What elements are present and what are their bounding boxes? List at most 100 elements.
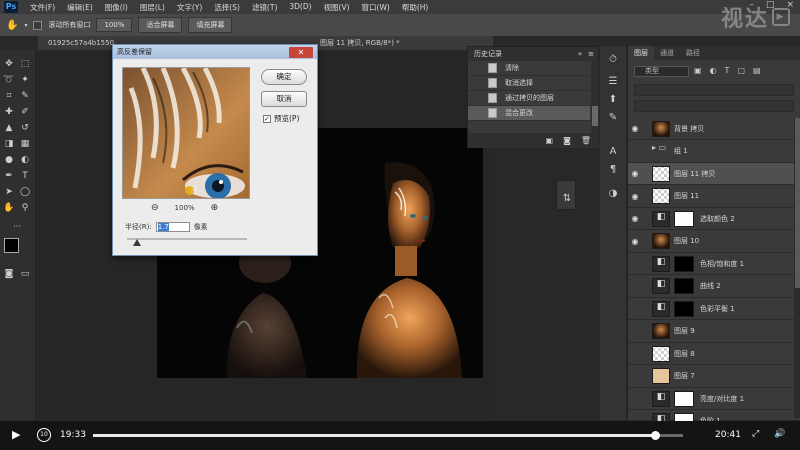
play-icon[interactable]: ▶ bbox=[12, 428, 20, 441]
marquee-tool-icon[interactable]: ⬚ bbox=[19, 58, 31, 70]
tab-paths[interactable]: 路径 bbox=[680, 48, 706, 58]
magic-wand-tool-icon[interactable]: ✦ bbox=[19, 74, 31, 86]
zoom-out-icon[interactable]: ⊖ bbox=[151, 203, 159, 213]
lasso-tool-icon[interactable]: ➰ bbox=[3, 74, 15, 86]
delete-state-trash-icon[interactable]: 🗑 bbox=[581, 136, 591, 145]
foreground-color-swatch[interactable] bbox=[4, 238, 19, 253]
eraser-tool-icon[interactable]: ◨ bbox=[3, 138, 15, 150]
layer-mask-thumbnail[interactable] bbox=[674, 210, 694, 227]
dialog-close-button[interactable]: ✕ bbox=[289, 47, 313, 58]
video-progress-track[interactable] bbox=[93, 431, 683, 440]
cancel-button[interactable]: 取消 bbox=[261, 91, 307, 107]
layer-visibility-eye-icon[interactable]: ◉ bbox=[628, 124, 642, 133]
menu-item-1[interactable]: 编辑(E) bbox=[61, 2, 99, 13]
layer-row[interactable]: ◧ 亮度/对比度 1 bbox=[628, 388, 800, 410]
history-item[interactable]: 清除 bbox=[468, 61, 590, 76]
layer-filter-dropdown[interactable]: 类型 bbox=[634, 66, 689, 77]
menu-item-9[interactable]: 窗口(W) bbox=[356, 2, 396, 13]
gradient-tool-icon[interactable]: ▦ bbox=[19, 138, 31, 150]
adjustment-filter-icon[interactable]: ◐ bbox=[710, 66, 717, 75]
layer-row[interactable]: ◉ 背景 拷贝 bbox=[628, 118, 800, 140]
properties-panel-icon[interactable]: ☰ bbox=[607, 76, 619, 88]
blend-mode-row[interactable] bbox=[634, 84, 794, 96]
history-item[interactable]: 取消选择 bbox=[468, 76, 590, 91]
shape-filter-icon[interactable]: ▢ bbox=[737, 66, 745, 75]
smart-object-filter-icon[interactable]: ▤ bbox=[753, 66, 761, 75]
clone-stamp-tool-icon[interactable]: ▲ bbox=[3, 122, 15, 134]
screen-mode-icon[interactable]: ▭ bbox=[19, 268, 31, 280]
menu-item-8[interactable]: 视图(V) bbox=[318, 2, 356, 13]
blur-tool-icon[interactable]: ● bbox=[3, 154, 15, 166]
ok-button[interactable]: 确定 bbox=[261, 69, 307, 85]
layer-row[interactable]: ◉ 图层 10 bbox=[628, 231, 800, 253]
quick-mask-icon[interactable]: ◙ bbox=[3, 268, 15, 280]
layer-row[interactable]: ◧ 色相/饱和度 1 bbox=[628, 253, 800, 275]
video-progress-knob[interactable] bbox=[650, 431, 660, 440]
lock-row[interactable] bbox=[634, 100, 794, 112]
fill-screen-button[interactable]: 填充屏幕 bbox=[188, 17, 233, 33]
layer-row[interactable]: ◧ 色彩平衡 1 bbox=[628, 298, 800, 320]
menu-item-2[interactable]: 图像(I) bbox=[99, 2, 134, 13]
menu-item-3[interactable]: 图层(L) bbox=[134, 2, 171, 13]
type-tool-icon[interactable]: T bbox=[19, 170, 31, 182]
scroll-all-windows-checkbox[interactable] bbox=[33, 20, 43, 30]
dialog-preview-image[interactable]: ☝ bbox=[122, 67, 250, 199]
tab-layers[interactable]: 图层 bbox=[628, 46, 654, 60]
paragraph-panel-icon[interactable]: ¶ bbox=[607, 164, 619, 176]
history-item[interactable]: 通过拷贝的图层 bbox=[468, 91, 590, 106]
layer-row[interactable]: ◧ 曲线 2 bbox=[628, 276, 800, 298]
snapshot-camera-icon[interactable]: ◙ bbox=[563, 136, 571, 145]
brush-tool-icon[interactable]: ✐ bbox=[19, 106, 31, 118]
layer-row[interactable]: ◉ ◧ 选取颜色 2 bbox=[628, 208, 800, 230]
history-brush-tool-icon[interactable]: ↺ bbox=[19, 122, 31, 134]
volume-icon[interactable]: 🔊 bbox=[774, 429, 785, 439]
layer-row[interactable]: 图层 9 bbox=[628, 321, 800, 343]
document-tab-left[interactable]: 01925c57a4b1550 bbox=[44, 36, 118, 50]
rewind-10s-button[interactable]: 10 bbox=[37, 428, 51, 442]
zoom-in-icon[interactable]: ⊕ bbox=[211, 203, 219, 213]
menu-item-5[interactable]: 选择(S) bbox=[208, 2, 246, 13]
layer-visibility-eye-icon[interactable]: ◉ bbox=[628, 169, 642, 178]
layer-mask-thumbnail[interactable] bbox=[674, 278, 694, 294]
menu-item-10[interactable]: 帮助(H) bbox=[396, 2, 435, 13]
eyedropper-tool-icon[interactable]: ✎ bbox=[19, 90, 31, 102]
layer-row[interactable]: ◉ 图层 11 bbox=[628, 186, 800, 208]
fullscreen-icon[interactable]: ⤢ bbox=[752, 429, 759, 439]
preview-checkbox[interactable]: ✓ bbox=[263, 114, 271, 123]
move-tool-icon[interactable]: ✥ bbox=[3, 58, 15, 70]
adjust-panel-icon[interactable]: ⇅ bbox=[561, 193, 573, 205]
character-panel-icon[interactable]: A bbox=[607, 146, 619, 158]
panel-menu-icon[interactable]: ≡ bbox=[588, 50, 594, 58]
brush-panel-icon[interactable]: ✎ bbox=[607, 112, 619, 124]
layer-row[interactable]: ◉ 图层 11 拷贝 bbox=[628, 163, 800, 185]
history-panel-icon[interactable]: ⏱ bbox=[607, 54, 619, 66]
ellipse-tool-icon[interactable]: ◯ bbox=[19, 186, 31, 198]
pen-tool-icon[interactable]: ✒ bbox=[3, 170, 15, 182]
path-selection-tool-icon[interactable]: ➤ bbox=[3, 186, 15, 198]
radius-input[interactable]: 1.7 bbox=[155, 222, 190, 232]
type-filter-icon[interactable]: T bbox=[725, 66, 730, 75]
layer-mask-thumbnail[interactable] bbox=[674, 255, 694, 272]
zoom-tool-icon[interactable]: ⚲ bbox=[19, 202, 31, 214]
crop-tool-icon[interactable]: ⌗ bbox=[3, 90, 15, 102]
tab-channels[interactable]: 通道 bbox=[654, 48, 680, 58]
panel-collapse-icon[interactable]: » bbox=[578, 50, 582, 58]
more-tools-icon[interactable]: ··· bbox=[3, 220, 31, 232]
preview-checkbox-row[interactable]: ✓ 预览(P) bbox=[263, 113, 299, 124]
menu-item-0[interactable]: 文件(F) bbox=[24, 2, 61, 13]
adjustments-panel-icon[interactable]: ⬆ bbox=[607, 94, 619, 106]
radius-slider-thumb[interactable] bbox=[133, 239, 141, 246]
hand-tool-icon[interactable]: ✋ bbox=[3, 202, 15, 214]
layer-row[interactable]: 图层 8 bbox=[628, 343, 800, 365]
tool-preset-dropdown-icon[interactable]: ▾ bbox=[24, 22, 27, 29]
pixel-filter-icon[interactable]: ▣ bbox=[694, 66, 702, 75]
layer-visibility-eye-icon[interactable]: ◉ bbox=[628, 237, 642, 246]
menu-item-6[interactable]: 滤镜(T) bbox=[246, 2, 283, 13]
hand-tool-icon[interactable]: ✋ bbox=[6, 20, 18, 31]
radius-slider-track[interactable] bbox=[127, 238, 247, 240]
layer-row[interactable]: ▸ ▭ 组 1 bbox=[628, 141, 800, 163]
new-document-from-state-icon[interactable]: ▣ bbox=[546, 136, 554, 145]
layers-scrollbar[interactable] bbox=[794, 118, 800, 418]
layer-row[interactable]: 图层 7 bbox=[628, 366, 800, 388]
zoom-100-button[interactable]: 100% bbox=[96, 18, 133, 32]
